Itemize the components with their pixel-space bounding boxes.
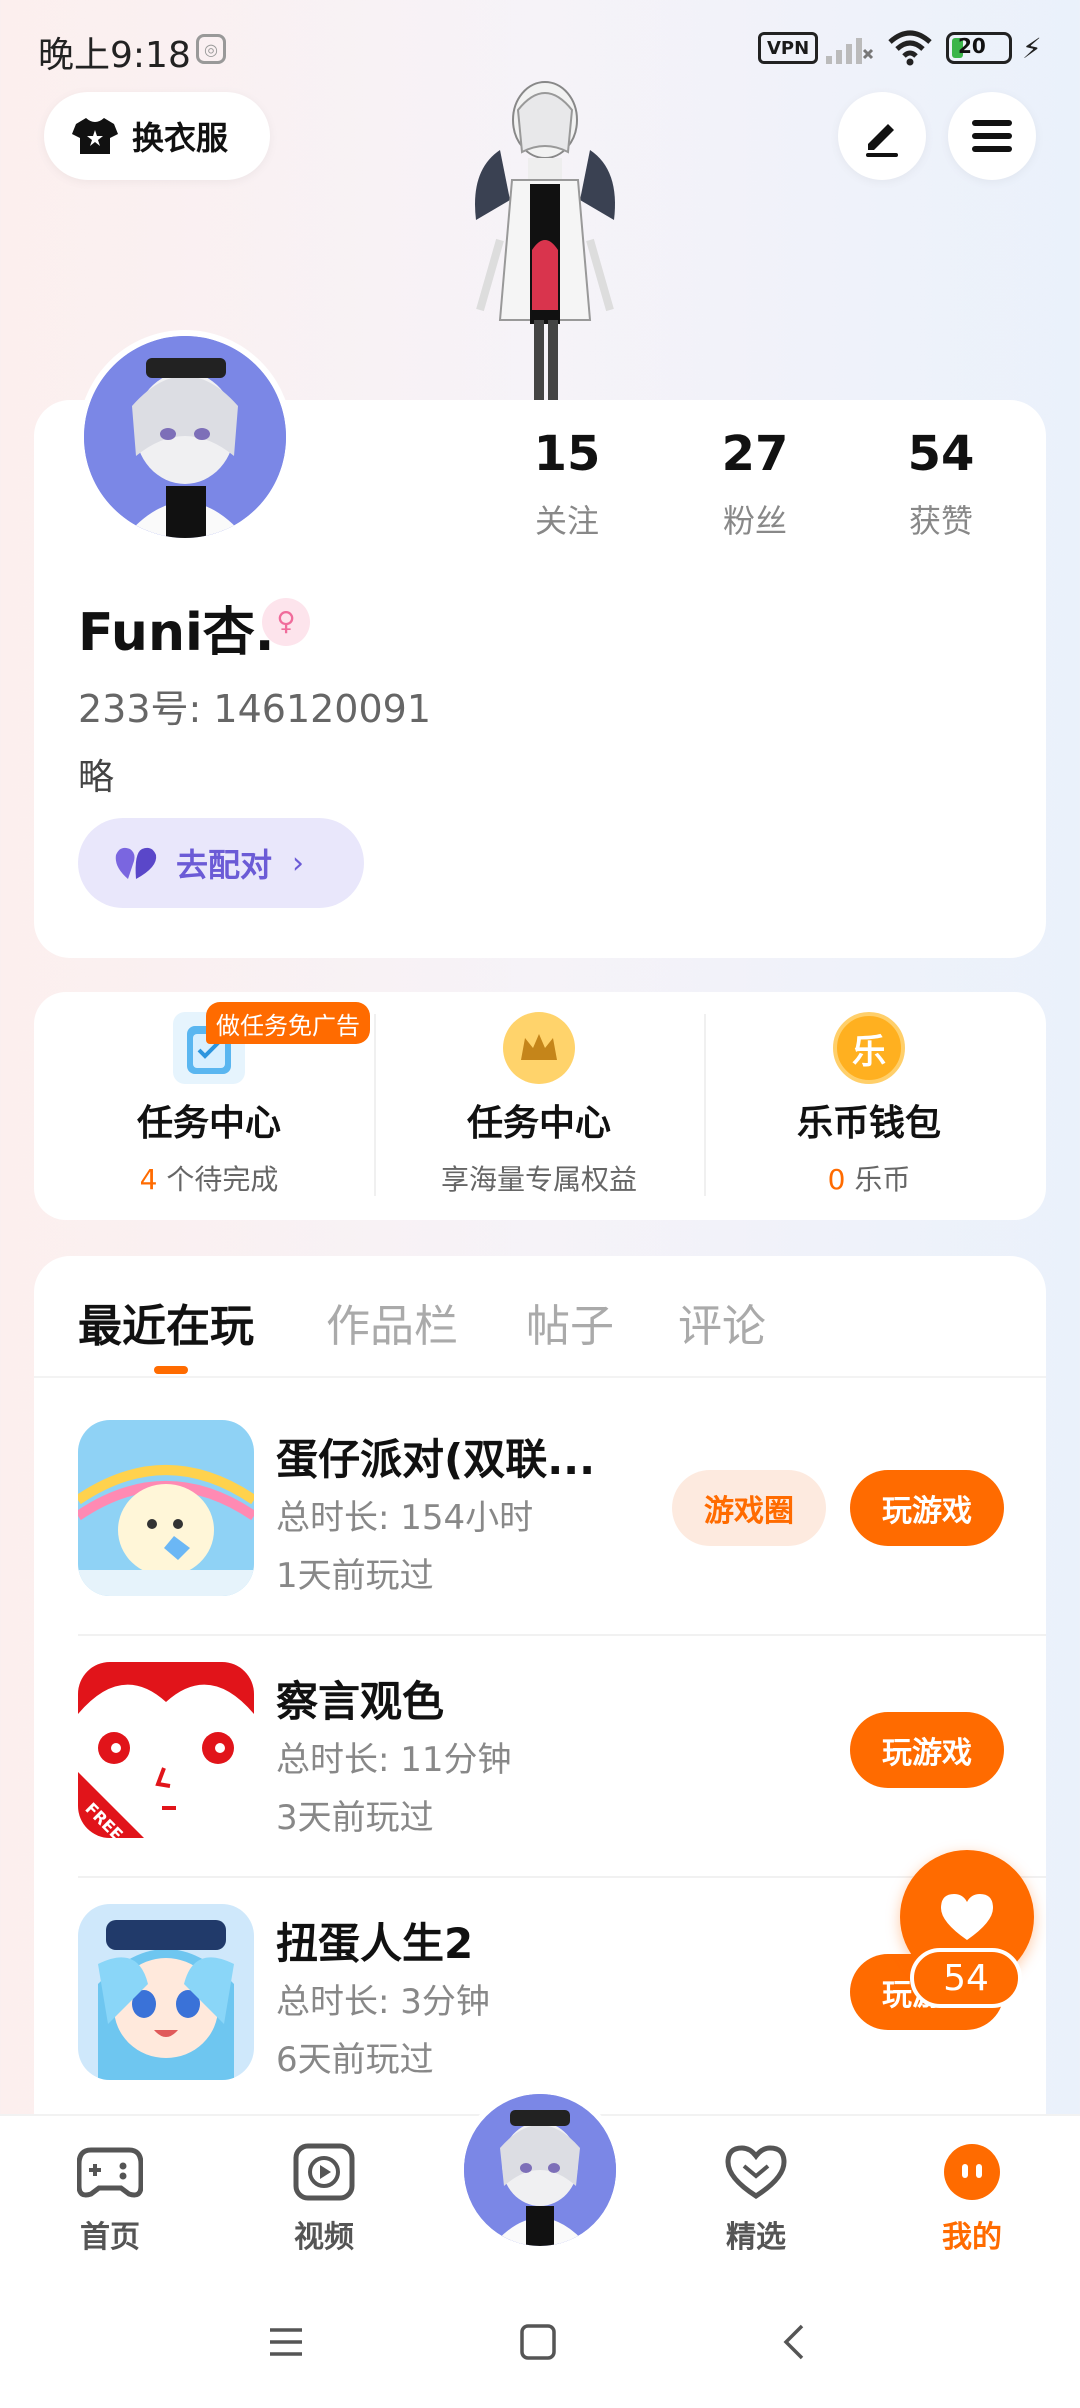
shirt-icon bbox=[72, 118, 118, 154]
coin-count: 0 bbox=[827, 1163, 846, 1196]
user-id: 233号: 146120091 bbox=[78, 687, 432, 731]
nav-mine[interactable]: 我的 bbox=[902, 2140, 1042, 2256]
status-time: 晚上9:18 bbox=[38, 35, 191, 76]
back-icon[interactable] bbox=[774, 2322, 814, 2362]
coin-wallet-title: 乐币钱包 bbox=[796, 1103, 941, 1144]
heart-icon bbox=[941, 1894, 993, 1940]
game-circle-button[interactable]: 游戏圈 bbox=[672, 1470, 826, 1546]
crown-icon bbox=[503, 1012, 575, 1084]
pencil-icon bbox=[866, 124, 898, 157]
game-playtime: 总时长: 154小时 bbox=[276, 1498, 534, 1538]
female-gender-icon: ♀ bbox=[262, 598, 310, 646]
coin-icon: 乐 bbox=[833, 1012, 905, 1084]
game-playtime: 总时长: 11分钟 bbox=[276, 1740, 512, 1780]
video-icon bbox=[289, 2140, 359, 2204]
wifi-icon bbox=[888, 30, 932, 66]
game-playtime: 总时长: 3分钟 bbox=[276, 1982, 490, 2022]
game-icon-eggy-party bbox=[78, 1420, 254, 1596]
nav-featured-label: 精选 bbox=[726, 2220, 786, 2255]
go-pair-button[interactable]: 去配对 › bbox=[78, 818, 364, 908]
game-last-played: 3天前玩过 bbox=[276, 1798, 434, 1838]
game-icon-gacha-life bbox=[78, 1904, 254, 2080]
likes-label: 获赞 bbox=[908, 502, 973, 540]
menu-button[interactable] bbox=[948, 92, 1036, 180]
game-name: 察言观色 bbox=[276, 1677, 445, 1726]
hearts-icon bbox=[115, 847, 157, 879]
coin-wallet-sub: 0 乐币 bbox=[704, 1158, 1034, 1198]
tab-posts[interactable]: 帖子 bbox=[526, 1290, 614, 1354]
stat-likes[interactable]: 54 获赞 bbox=[866, 426, 1016, 542]
change-outfit-label: 换衣服 bbox=[132, 119, 229, 157]
home-icon[interactable] bbox=[518, 2322, 558, 2362]
avatar-image bbox=[84, 336, 286, 538]
float-like-count: 54 bbox=[910, 1948, 1022, 2008]
charging-icon: ⚡ bbox=[1022, 32, 1042, 65]
face-icon bbox=[937, 2140, 1007, 2204]
ad-free-badge: 做任务免广告 bbox=[206, 1002, 370, 1044]
battery-level: 20 bbox=[958, 34, 986, 58]
vip-center-title: 任务中心 bbox=[466, 1103, 611, 1144]
nav-home[interactable]: 首页 bbox=[40, 2140, 180, 2256]
list-item[interactable]: 蛋仔派对(双联... 总时长: 154小时 1天前玩过 游戏圈 玩游戏 bbox=[78, 1420, 1046, 1662]
tab-indicator bbox=[154, 1366, 188, 1374]
change-outfit-button[interactable]: 换衣服 bbox=[44, 92, 270, 180]
nav-featured[interactable]: 精选 bbox=[686, 2140, 826, 2256]
coin-wallet-item[interactable]: 乐 乐币钱包 0 乐币 bbox=[704, 1004, 1034, 1208]
game-last-played: 6天前玩过 bbox=[276, 2040, 434, 2080]
pending-count: 4 bbox=[139, 1163, 158, 1196]
task-center-sub: 4 个待完成 bbox=[44, 1158, 374, 1198]
tab-works[interactable]: 作品栏 bbox=[326, 1290, 458, 1354]
row-divider bbox=[78, 1634, 1046, 1636]
row-divider bbox=[78, 1876, 1046, 1878]
fans-count: 27 bbox=[721, 426, 789, 482]
edit-profile-button[interactable] bbox=[838, 92, 926, 180]
stat-following[interactable]: 15 关注 bbox=[492, 426, 642, 542]
username: Funi杏. bbox=[78, 603, 275, 663]
heart-gem-icon bbox=[721, 2140, 791, 2204]
go-pair-label: 去配对 bbox=[176, 846, 273, 884]
nav-mine-label: 我的 bbox=[942, 2220, 1002, 2255]
tabs-divider bbox=[34, 1376, 1046, 1378]
play-game-button[interactable]: 玩游戏 bbox=[850, 1470, 1004, 1546]
play-game-button[interactable]: 玩游戏 bbox=[850, 1712, 1004, 1788]
vip-center-sub: 享海量专属权益 bbox=[440, 1163, 637, 1196]
following-count: 15 bbox=[533, 426, 601, 482]
nav-home-label: 首页 bbox=[80, 2220, 140, 2255]
game-last-played: 1天前玩过 bbox=[276, 1556, 434, 1596]
recents-icon[interactable] bbox=[266, 2322, 306, 2362]
bio: 略 bbox=[78, 757, 115, 798]
hamburger-icon bbox=[972, 120, 1012, 152]
game-name: 扭蛋人生2 bbox=[276, 1919, 474, 1968]
task-center-title: 任务中心 bbox=[136, 1103, 281, 1144]
pending-suffix: 个待完成 bbox=[157, 1163, 279, 1196]
signal-icon bbox=[826, 38, 874, 64]
tab-comments[interactable]: 评论 bbox=[678, 1290, 766, 1354]
likes-count: 54 bbox=[907, 426, 975, 482]
tab-recently-played[interactable]: 最近在玩 bbox=[78, 1290, 254, 1354]
following-label: 关注 bbox=[534, 502, 599, 540]
coin-suffix: 乐币 bbox=[845, 1163, 911, 1196]
vip-center-item[interactable]: 任务中心 享海量专属权益 bbox=[374, 1004, 704, 1208]
gamepad-icon bbox=[75, 2140, 145, 2204]
avatar-figure-image bbox=[475, 81, 615, 400]
chevron-right-icon: › bbox=[292, 845, 305, 881]
fans-label: 粉丝 bbox=[722, 502, 787, 540]
center-avatar-image bbox=[464, 2094, 616, 2246]
app-notification-icon: ◎ bbox=[196, 34, 226, 64]
list-item[interactable]: FREE 察言观色 总时长: 11分钟 3天前玩过 玩游戏 bbox=[78, 1662, 1046, 1904]
avatar[interactable] bbox=[78, 330, 292, 544]
nav-video[interactable]: 视频 bbox=[254, 2140, 394, 2256]
center-avatar-button[interactable] bbox=[458, 2088, 622, 2252]
game-name: 蛋仔派对(双联... bbox=[276, 1435, 596, 1484]
nav-video-label: 视频 bbox=[294, 2220, 354, 2255]
game-icon-read-faces: FREE bbox=[78, 1662, 254, 1838]
vpn-badge: VPN bbox=[758, 32, 819, 64]
stat-fans[interactable]: 27 粉丝 bbox=[680, 426, 830, 542]
